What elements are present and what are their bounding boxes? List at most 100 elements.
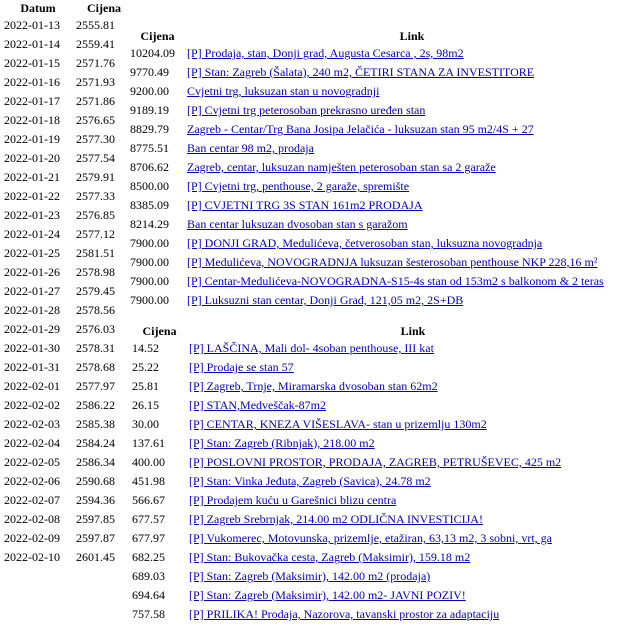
- listing-link[interactable]: [P] CENTAR, KNEZA VIŠESLAVA- stan u priz…: [189, 417, 487, 431]
- table-row: 30.00 [P] CENTAR, KNEZA VIŠESLAVA- stan u…: [130, 415, 637, 434]
- table-row: 2022-01-15 2571.76: [0, 54, 132, 73]
- date-cell: 2022-02-06: [4, 474, 60, 488]
- link-cell: [P] Medulićeva, NOVOGRADNJA luksuzan šes…: [187, 253, 637, 272]
- table-row: 2022-02-08 2597.85: [0, 510, 132, 529]
- link-cell: Cvjetni trg, luksuzan stan u novogradnji: [187, 82, 637, 101]
- listing-link[interactable]: [P] LAŠČINA, Mali dol- 4soban penthouse,…: [189, 341, 434, 355]
- table-row: 7900.00 [P] Luksuzni stan centar, Donji G…: [128, 291, 637, 310]
- price-cell: 25.22: [132, 360, 159, 374]
- daily-price-rows: 2022-01-13 2555.81 2022-01-14 2559.41 2022-0…: [0, 16, 132, 567]
- price-cell: 8706.62: [130, 160, 169, 174]
- listing-link[interactable]: [P] Stan: Zagreb (Šalata), 240 m2, ČETIR…: [187, 65, 534, 79]
- listing-link[interactable]: [P] Cvjetni trg, penthouse, 2 garaže, sp…: [187, 179, 409, 193]
- listing-link[interactable]: [P] Centar-Medulićeva-NOVOGRADNA-S15-4s …: [187, 274, 604, 288]
- listing-link[interactable]: Ban centar luksuzan dvosoban stan s gara…: [187, 217, 408, 231]
- link-cell: [P] CVJETNI TRG 3S STAN 161m2 PRODAJA: [187, 196, 637, 215]
- date-cell: 2022-01-24: [4, 227, 60, 241]
- table-row: 2022-01-27 2579.45: [0, 282, 132, 301]
- table-row: 9770.49 [P] Stan: Zagreb (Šalata), 240 m2…: [128, 63, 637, 82]
- price-cell: 2578.56: [76, 303, 115, 317]
- listing-link[interactable]: [P] Stan: Vinka Jeđuta, Zagreb (Savica),…: [189, 474, 431, 488]
- listing-link[interactable]: [P] STAN,Medveščak-87m2: [189, 398, 326, 412]
- price-cell: 8385.09: [130, 198, 169, 212]
- date-cell: 2022-01-22: [4, 189, 60, 203]
- price-cell: 2576.85: [76, 208, 115, 222]
- price-cell: 7900.00: [130, 236, 169, 250]
- link-cell: [P] Stan: Bukovačka cesta, Zagreb (Maksi…: [189, 548, 637, 567]
- date-cell: 2022-02-08: [4, 512, 60, 526]
- link-cell: [P] Prodaja, stan, Donji grad, Augusta C…: [187, 44, 637, 63]
- price-cell: 2597.87: [76, 531, 115, 545]
- table-row: 2022-01-22 2577.33: [0, 187, 132, 206]
- price-cell: 14.52: [132, 341, 159, 355]
- table-row: 2022-02-06 2590.68: [0, 472, 132, 491]
- date-cell: 2022-02-03: [4, 417, 60, 431]
- table-row: 25.22 [P] Prodaje se stan 57: [130, 358, 637, 377]
- link-cell: [P] Luksuzni stan centar, Donji Grad, 12…: [187, 291, 637, 310]
- link-cell: [P] Centar-Medulićeva-NOVOGRADNA-S15-4s …: [187, 272, 637, 291]
- link-cell: [P] STAN,Medveščak-87m2: [189, 396, 637, 415]
- listing-link[interactable]: [P] Vukomerec, Motovunska, prizemlje, et…: [189, 531, 552, 545]
- price-cell: 2576.65: [76, 113, 115, 127]
- listing-link[interactable]: Cvjetni trg, luksuzan stan u novogradnji: [187, 84, 379, 98]
- table-row: 2022-01-19 2577.30: [0, 130, 132, 149]
- price-cell: 26.15: [132, 398, 159, 412]
- listing-link[interactable]: [P] CVJETNI TRG 3S STAN 161m2 PRODAJA: [187, 198, 423, 212]
- listing-link[interactable]: Zagreb, centar, luksuzan namješten peter…: [187, 160, 496, 174]
- listing-link[interactable]: [P] Prodaje se stan 57: [189, 360, 294, 374]
- price-cell: 137.61: [132, 436, 165, 450]
- table-row: 2022-02-03 2585.38: [0, 415, 132, 434]
- table-row: 2022-01-16 2571.93: [0, 73, 132, 92]
- link-cell: [P] Zagreb Srebrnjak, 214.00 m2 ODLIČNA …: [189, 510, 637, 529]
- listing-link[interactable]: [P] Stan: Zagreb (Maksimir), 142.00 m2 (…: [189, 569, 430, 583]
- price-cell: 2586.22: [76, 398, 115, 412]
- price-cell: 689.03: [132, 569, 165, 583]
- listing-link[interactable]: [P] Zagreb, Trnje, Miramarska dvosoban s…: [189, 379, 438, 393]
- table-row: 9200.00 Cvjetni trg, luksuzan stan u novo…: [128, 82, 637, 101]
- table-row: 2022-01-23 2576.85: [0, 206, 132, 225]
- link-cell: Ban centar 98 m2, prodaja: [187, 139, 637, 158]
- price-cell: 30.00: [132, 417, 159, 431]
- listing-link[interactable]: [P] DONJI GRAD, Medulićeva, četverosoban…: [187, 236, 542, 250]
- price-cell: 566.67: [132, 493, 165, 507]
- listing-link[interactable]: [P] PRILIKA! Prodaja, Nazorova, tavanski…: [189, 607, 499, 621]
- date-cell: 2022-01-25: [4, 246, 60, 260]
- listing-link[interactable]: Zagreb - Centar/Trg Bana Josipa Jelačića…: [187, 122, 534, 136]
- listing-link[interactable]: [P] Zagreb Srebrnjak, 214.00 m2 ODLIČNA …: [189, 512, 483, 526]
- date-cell: 2022-02-09: [4, 531, 60, 545]
- table-row: 7900.00 [P] DONJI GRAD, Medulićeva, četve…: [128, 234, 637, 253]
- price-cell: 694.64: [132, 588, 165, 602]
- price-cell: 7900.00: [130, 274, 169, 288]
- price-cell: 10204.09: [130, 46, 175, 60]
- listing-link[interactable]: [P] Prodajem kuću u Garešnici blizu cent…: [189, 493, 396, 507]
- listing-link[interactable]: [P] POSLOVNI PROSTOR, PRODAJA, ZAGREB, P…: [189, 455, 561, 469]
- price-cell: 2576.03: [76, 322, 115, 336]
- price-cell: 451.98: [132, 474, 165, 488]
- table-row: 2022-01-14 2559.41: [0, 35, 132, 54]
- listing-link[interactable]: [P] Stan: Bukovačka cesta, Zagreb (Maksi…: [189, 550, 470, 564]
- price-cell: 8500.00: [130, 179, 169, 193]
- price-cell: 2577.33: [76, 189, 115, 203]
- date-cell: 2022-01-15: [4, 56, 60, 70]
- date-cell: 2022-01-17: [4, 94, 60, 108]
- daily-price-header-row: Datum Cijena: [0, 1, 132, 16]
- date-cell: 2022-01-19: [4, 132, 60, 146]
- table-row: 757.58 [P] PRILIKA! Prodaja, Nazorova, ta…: [130, 605, 637, 624]
- link-cell: [P] DONJI GRAD, Medulićeva, četverosoban…: [187, 234, 637, 253]
- bottom-listings-table: Cijena Link 14.52 [P] LAŠČINA, Mali dol- …: [130, 324, 637, 624]
- price-cell: 400.00: [132, 455, 165, 469]
- listing-link[interactable]: Ban centar 98 m2, prodaja: [187, 141, 314, 155]
- listing-link[interactable]: [P] Stan: Zagreb (Maksimir), 142.00 m2- …: [189, 588, 466, 602]
- price-cell: 2586.34: [76, 455, 115, 469]
- price-cell: 9770.49: [130, 65, 169, 79]
- table-row: 8500.00 [P] Cvjetni trg, penthouse, 2 gar…: [128, 177, 637, 196]
- link-cell: [P] Stan: Vinka Jeđuta, Zagreb (Savica),…: [189, 472, 637, 491]
- listing-link[interactable]: [P] Prodaja, stan, Donji grad, Augusta C…: [187, 46, 464, 60]
- listing-link[interactable]: [P] Stan: Zagreb (Ribnjak), 218.00 m2: [189, 436, 375, 450]
- link-cell: [P] Stan: Zagreb (Maksimir), 142.00 m2- …: [189, 586, 637, 605]
- listing-link[interactable]: [P] Cvjetni trg peterosoban prekrasno ur…: [187, 103, 425, 117]
- listing-link[interactable]: [P] Luksuzni stan centar, Donji Grad, 12…: [187, 293, 463, 307]
- table-row: 677.97 [P] Vukomerec, Motovunska, prizeml…: [130, 529, 637, 548]
- header-date: Datum: [20, 1, 56, 15]
- listing-link[interactable]: [P] Medulićeva, NOVOGRADNJA luksuzan šes…: [187, 255, 597, 269]
